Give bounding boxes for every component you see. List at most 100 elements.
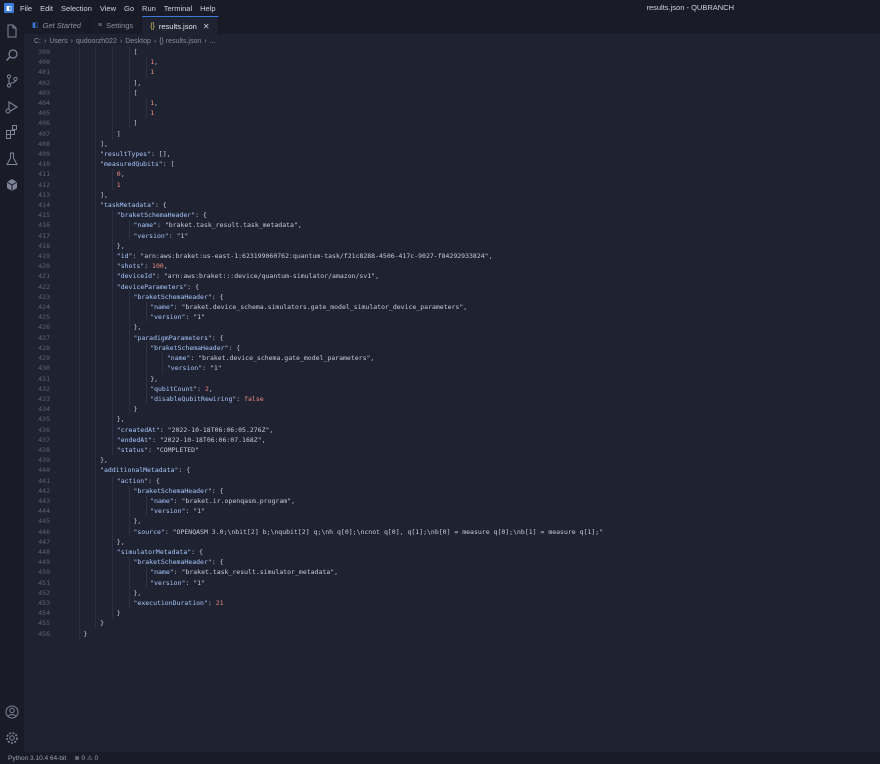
indent-guide bbox=[128, 526, 130, 537]
code-line[interactable]: 414 "taskMetadata": { bbox=[24, 200, 880, 211]
code-line[interactable]: 436 "createdAt": "2022-10-18T06:06:05.276… bbox=[24, 424, 880, 435]
code-line[interactable]: 411 0, bbox=[24, 169, 880, 180]
code-line[interactable]: 452}, bbox=[24, 587, 880, 598]
code-line[interactable]: 433 "disableQubitRewiring": false bbox=[24, 393, 880, 405]
code-line[interactable]: 409 "resultTypes": [], bbox=[24, 149, 880, 160]
code-line[interactable]: 447}, bbox=[24, 536, 880, 547]
code-line[interactable]: 445}, bbox=[24, 516, 880, 527]
menu-selection[interactable]: Selection bbox=[61, 4, 92, 13]
code-line[interactable]: 424 "name": "braket.device_schema.simulat… bbox=[24, 302, 880, 313]
code-token: , bbox=[261, 435, 266, 444]
code-line[interactable]: 456} bbox=[24, 628, 880, 639]
source-control-icon[interactable] bbox=[4, 73, 20, 89]
tab-results-json[interactable]: {} results.json ✕ bbox=[142, 16, 219, 35]
code-line[interactable]: 431}, bbox=[24, 373, 880, 384]
breadcrumb-item[interactable]: C: bbox=[34, 38, 41, 45]
code-line[interactable]: 451 "version": "1" bbox=[24, 577, 880, 588]
code-line[interactable]: 420 "shots": 100, bbox=[24, 261, 880, 272]
code-line[interactable]: 440 "additionalMetadata": { bbox=[24, 465, 880, 476]
code-line[interactable]: 432 "qubitCount": 2, bbox=[24, 383, 880, 394]
code-line[interactable]: 413], bbox=[24, 189, 880, 201]
code-line[interactable]: 415 "braketSchemaHeader": { bbox=[24, 210, 880, 221]
code-line[interactable]: 439}, bbox=[24, 455, 880, 466]
manage-gear-icon[interactable] bbox=[4, 730, 20, 746]
code-token: }, bbox=[100, 456, 108, 465]
code-line[interactable]: 442 "braketSchemaHeader": { bbox=[24, 485, 880, 496]
code-text: }, bbox=[62, 414, 125, 424]
code-line[interactable]: 455} bbox=[24, 618, 880, 629]
close-icon[interactable]: ✕ bbox=[203, 22, 210, 31]
account-icon[interactable] bbox=[4, 704, 20, 720]
code-line[interactable]: 425 "version": "1" bbox=[24, 312, 880, 323]
code-line[interactable]: 402], bbox=[24, 77, 880, 88]
code-line[interactable]: 453 "executionDuration": 21 bbox=[24, 597, 880, 609]
menu-terminal[interactable]: Terminal bbox=[164, 4, 192, 13]
code-text: "version": "1" bbox=[62, 312, 205, 322]
code-line[interactable]: 449 "braketSchemaHeader": { bbox=[24, 557, 880, 568]
code-line[interactable]: 427 "paradigmParameters": { bbox=[24, 332, 880, 343]
code-line[interactable]: 454} bbox=[24, 608, 880, 619]
code-line[interactable]: 438 "status": "COMPLETED" bbox=[24, 444, 880, 456]
code-line[interactable]: 435}, bbox=[24, 414, 880, 425]
menu-run[interactable]: Run bbox=[142, 4, 156, 13]
code-editor[interactable]: 399[400 1, 401 1 402], 403[404 1, 405 1 406] 407] 4… bbox=[24, 47, 880, 752]
run-debug-icon[interactable] bbox=[4, 99, 20, 115]
code-line[interactable]: 400 1, bbox=[24, 57, 880, 68]
indent-guide bbox=[78, 485, 80, 496]
testing-flask-icon[interactable] bbox=[4, 151, 20, 167]
code-line[interactable]: 412 1 bbox=[24, 179, 880, 190]
code-line[interactable]: 401 1 bbox=[24, 67, 880, 78]
code-line[interactable]: 423 "braketSchemaHeader": { bbox=[24, 291, 880, 303]
problems-indicator[interactable]: ⊗ 0 ⚠ 0 bbox=[74, 754, 98, 762]
menu-file[interactable]: File bbox=[20, 4, 32, 13]
code-line[interactable]: 405 1 bbox=[24, 108, 880, 119]
python-interpreter[interactable]: Python 3.10.4 64-bit bbox=[8, 755, 66, 762]
code-line[interactable]: 422 "deviceParameters": { bbox=[24, 281, 880, 292]
code-line[interactable]: 408], bbox=[24, 138, 880, 150]
code-line[interactable]: 406] bbox=[24, 118, 880, 129]
code-line[interactable]: 419 "id": "arn:aws:braket:us-east-1:62319… bbox=[24, 251, 880, 262]
code-line[interactable]: 418}, bbox=[24, 240, 880, 252]
indent-guide bbox=[95, 322, 97, 333]
code-line[interactable]: 448 "simulatorMetadata": { bbox=[24, 546, 880, 558]
code-line[interactable]: 429 "name": "braket.device_schema.gate_mo… bbox=[24, 353, 880, 364]
indent-guide bbox=[128, 57, 130, 68]
code-token: : { bbox=[154, 201, 167, 210]
code-line[interactable]: 404 1, bbox=[24, 98, 880, 109]
code-line[interactable]: 428 "braketSchemaHeader": { bbox=[24, 342, 880, 354]
code-line[interactable]: 426}, bbox=[24, 322, 880, 333]
code-token: }, bbox=[133, 588, 142, 597]
code-token: "arn:aws:braket:::device/quantum-simulat… bbox=[163, 272, 376, 281]
tab-get-started[interactable]: ◧ Get Started bbox=[24, 16, 90, 34]
code-line[interactable]: 443 "name": "braket.ir.openqasm.program", bbox=[24, 495, 880, 507]
breadcrumb-item[interactable]: qudoorzh022 bbox=[76, 38, 117, 45]
code-line[interactable]: 437 "endedAt": "2022-10-18T06:06:07.168Z"… bbox=[24, 434, 880, 445]
code-line[interactable]: 417 "version": "1" bbox=[24, 230, 880, 241]
code-line[interactable]: 407] bbox=[24, 128, 880, 139]
code-line[interactable]: 441 "action": { bbox=[24, 475, 880, 486]
code-line[interactable]: 410 "measuredQubits": [ bbox=[24, 159, 880, 170]
menu-edit[interactable]: Edit bbox=[40, 4, 53, 13]
menu-view[interactable]: View bbox=[100, 4, 116, 13]
files-icon[interactable] bbox=[4, 23, 20, 39]
breadcrumb-item[interactable]: Desktop bbox=[125, 38, 151, 45]
code-line[interactable]: 450 "name": "braket.task_result.simulator… bbox=[24, 567, 880, 578]
breadcrumb-item[interactable]: Users bbox=[49, 38, 67, 45]
line-number: 402 bbox=[38, 78, 50, 87]
code-line[interactable]: 421 "deviceId": "arn:aws:braket:::device/… bbox=[24, 271, 880, 282]
code-line[interactable]: 416 "name": "braket.task_result.task_meta… bbox=[24, 220, 880, 231]
extensions-icon[interactable] bbox=[4, 124, 20, 140]
code-line[interactable]: 399 [ bbox=[24, 47, 880, 58]
code-line[interactable]: 444 "version": "1" bbox=[24, 506, 880, 517]
breadcrumb-item[interactable]: {} results.json bbox=[159, 38, 201, 45]
search-icon[interactable] bbox=[4, 47, 20, 63]
braket-cube-icon[interactable] bbox=[4, 177, 20, 193]
menu-go[interactable]: Go bbox=[124, 4, 134, 13]
code-line[interactable]: 403 [ bbox=[24, 87, 880, 99]
code-line[interactable]: 434} bbox=[24, 404, 880, 415]
breadcrumb-item[interactable]: ... bbox=[210, 38, 216, 45]
code-line[interactable]: 430 "version": "1" bbox=[24, 363, 880, 374]
tab-settings[interactable]: ≡ Settings bbox=[90, 16, 143, 34]
code-line[interactable]: 446 "source": "OPENQASM 3.0;\nbit[2] b;\n… bbox=[24, 526, 880, 537]
menu-help[interactable]: Help bbox=[200, 4, 215, 13]
